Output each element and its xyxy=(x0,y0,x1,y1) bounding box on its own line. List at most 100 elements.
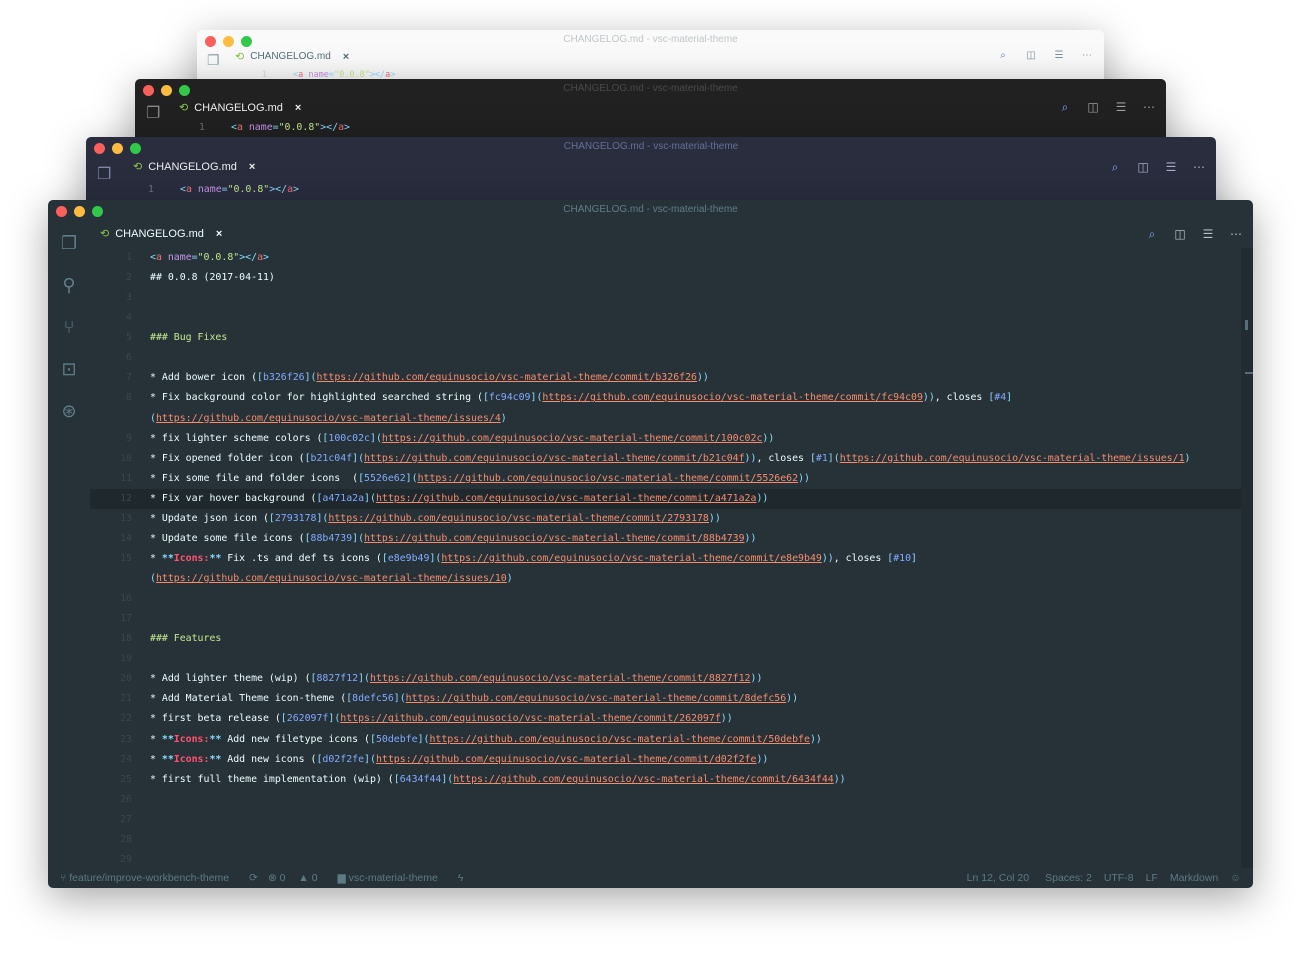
cursor-position[interactable]: Ln 12, Col 20 xyxy=(967,872,1029,884)
feedback-smiley-icon[interactable]: ☺ xyxy=(1230,872,1241,884)
code-line[interactable]: 7 * Add bower icon ([b326f26](https://git… xyxy=(90,368,1253,388)
link-url[interactable]: https://github.com/equinusocio/vsc-mater… xyxy=(406,693,787,704)
close-icon[interactable]: × xyxy=(343,51,349,63)
files-icon[interactable]: ❐ xyxy=(97,164,111,184)
files-icon[interactable]: ❐ xyxy=(207,52,220,69)
layout-icon[interactable]: ☰ xyxy=(1052,50,1066,61)
folder-item[interactable]: ▆ vsc-material-theme xyxy=(338,872,448,884)
language-mode[interactable]: Markdown xyxy=(1170,872,1218,884)
code-line[interactable]: 17 xyxy=(90,609,1253,629)
code-line[interactable]: 13 * Update json icon ([2793178](https://… xyxy=(90,509,1253,529)
more-icon[interactable]: ⋯ xyxy=(1229,227,1243,242)
code-line[interactable]: 22 * first beta release ([262097f](https:… xyxy=(90,709,1253,729)
line-number: 27 xyxy=(120,813,132,825)
link-url[interactable]: https://github.com/equinusocio/vsc-mater… xyxy=(418,473,799,484)
code-token: , closes xyxy=(756,452,810,464)
code-line[interactable]: 8 * Fix background color for highlighted … xyxy=(90,388,1253,408)
link-url[interactable]: https://github.com/equinusocio/vsc-mater… xyxy=(376,754,757,765)
code-line[interactable]: 5 ### Bug Fixes xyxy=(90,328,1253,348)
tab[interactable]: ⟲ CHANGELOG.md × xyxy=(133,160,255,174)
code-line[interactable]: 20 * Add lighter theme (wip) ([8827f12](h… xyxy=(90,669,1253,689)
code-line[interactable]: 26 xyxy=(90,790,1253,810)
code-line[interactable]: (https://github.com/equinusocio/vsc-mate… xyxy=(90,409,1253,429)
code-line[interactable]: 29 xyxy=(90,850,1253,870)
code-token: )) xyxy=(809,733,822,745)
split-editor-icon[interactable]: ◫ xyxy=(1024,50,1038,61)
link-url[interactable]: https://github.com/equinusocio/vsc-mater… xyxy=(429,734,810,745)
link-url[interactable]: https://github.com/equinusocio/vsc-mater… xyxy=(376,493,757,504)
source-control-icon[interactable]: ⑂ xyxy=(48,306,90,348)
code-line[interactable]: 18 ### Features xyxy=(90,629,1253,649)
search-icon[interactable]: ⚲ xyxy=(48,264,90,306)
code-line[interactable]: 27 xyxy=(90,810,1253,830)
code-editor[interactable]: 1 <a name="0.0.8"></a> 2 ## 0.0.8 (2017-04-… xyxy=(90,248,1253,868)
code-line[interactable]: 3 xyxy=(90,288,1253,308)
code-line[interactable]: 2 ## 0.0.8 (2017-04-11) xyxy=(90,268,1253,288)
code-line[interactable]: 6 xyxy=(90,348,1253,368)
split-editor-icon[interactable]: ◫ xyxy=(1136,160,1150,175)
code-token: ** xyxy=(161,753,174,765)
split-editor-icon[interactable]: ◫ xyxy=(1173,227,1187,242)
layout-icon[interactable]: ☰ xyxy=(1201,227,1215,242)
code-line[interactable]: 11 * Fix some file and folder icons ([552… xyxy=(90,469,1253,489)
close-icon[interactable]: × xyxy=(216,228,222,240)
split-editor-icon[interactable]: ◫ xyxy=(1086,100,1100,115)
extensions-icon[interactable]: ⊡ xyxy=(48,348,90,390)
code-line[interactable]: 25 * first full theme implementation (wip… xyxy=(90,770,1253,790)
code-line[interactable]: 1 <a name="0.0.8"></a> xyxy=(90,248,1253,268)
code-line[interactable]: 14 * Update some file icons ([88b4739](ht… xyxy=(90,529,1253,549)
open-preview-icon[interactable]: ⌕ xyxy=(1145,227,1159,242)
more-icon[interactable]: ⋯ xyxy=(1080,50,1094,61)
layout-icon[interactable]: ☰ xyxy=(1114,100,1128,115)
open-preview-icon[interactable]: ⌕ xyxy=(996,50,1010,61)
indentation[interactable]: Spaces: 2 xyxy=(1045,872,1092,884)
code-line[interactable]: (https://github.com/equinusocio/vsc-mate… xyxy=(90,569,1253,589)
link-url[interactable]: https://github.com/equinusocio/vsc-mater… xyxy=(156,413,501,424)
tab[interactable]: ⟲ CHANGELOG.md × xyxy=(235,50,349,64)
encoding[interactable]: UTF-8 xyxy=(1104,872,1134,884)
debug-icon[interactable]: ⊛ xyxy=(48,390,90,432)
link-url[interactable]: https://github.com/equinusocio/vsc-mater… xyxy=(453,774,834,785)
link-url[interactable]: https://github.com/equinusocio/vsc-mater… xyxy=(840,453,1185,464)
lightning-icon[interactable]: ϟ xyxy=(458,872,464,884)
open-preview-icon[interactable]: ⌕ xyxy=(1058,100,1072,115)
code-line[interactable]: 12 * Fix var hover background ([a471a2a](… xyxy=(90,488,1253,509)
link-url[interactable]: https://github.com/equinusocio/vsc-mater… xyxy=(382,433,763,444)
line-ending[interactable]: LF xyxy=(1146,872,1158,884)
code-line[interactable]: 4 xyxy=(90,308,1253,328)
link-url[interactable]: https://github.com/equinusocio/vsc-mater… xyxy=(364,453,745,464)
code-line[interactable]: 10 * Fix opened folder icon ([b21c04f](ht… xyxy=(90,449,1253,469)
line-number: 14 xyxy=(120,532,132,544)
code-line[interactable]: 23 * **Icons:** Add new filetype icons ([… xyxy=(90,730,1253,750)
files-icon[interactable]: ❐ xyxy=(146,103,160,123)
more-icon[interactable]: ⋯ xyxy=(1192,160,1206,175)
code-line[interactable]: 15 * **Icons:** Fix .ts and def ts icons … xyxy=(90,549,1253,569)
branch-item[interactable]: ⑂ feature/improve-workbench-theme xyxy=(60,872,239,884)
files-icon[interactable]: ❐ xyxy=(48,222,90,264)
sync-icon[interactable]: ⟳ xyxy=(249,872,258,884)
close-icon[interactable]: × xyxy=(249,161,255,173)
link-url[interactable]: https://github.com/equinusocio/vsc-mater… xyxy=(370,673,751,684)
code-line[interactable]: 21 * Add Material Theme icon-theme ([8def… xyxy=(90,689,1253,709)
code-line[interactable]: 16 xyxy=(90,589,1253,609)
layout-icon[interactable]: ☰ xyxy=(1164,160,1178,175)
code-line[interactable]: 24 * **Icons:** Add new icons ([d02f2fe](… xyxy=(90,750,1253,770)
link-url[interactable]: https://github.com/equinusocio/vsc-mater… xyxy=(328,513,709,524)
open-preview-icon[interactable]: ⌕ xyxy=(1108,160,1122,175)
more-icon[interactable]: ⋯ xyxy=(1142,100,1156,115)
link-url[interactable]: https://github.com/equinusocio/vsc-mater… xyxy=(441,553,822,564)
link-url[interactable]: https://github.com/equinusocio/vsc-mater… xyxy=(364,533,745,544)
link-url[interactable]: https://github.com/equinusocio/vsc-mater… xyxy=(316,372,697,383)
link-url[interactable]: https://github.com/equinusocio/vsc-mater… xyxy=(340,713,721,724)
code-line[interactable]: 9 * fix lighter scheme colors ([100c02c](… xyxy=(90,429,1253,449)
problems-item[interactable]: ⊗ 0 ▲ 0 xyxy=(268,872,328,884)
code-line[interactable]: 19 xyxy=(90,649,1253,669)
code-token: )) xyxy=(756,753,769,765)
close-icon[interactable]: × xyxy=(295,102,301,114)
link-url[interactable]: https://github.com/equinusocio/vsc-mater… xyxy=(542,392,923,403)
link-url[interactable]: https://github.com/equinusocio/vsc-mater… xyxy=(156,573,507,584)
vertical-scrollbar[interactable] xyxy=(1241,248,1253,868)
tab[interactable]: ⟲ CHANGELOG.md × xyxy=(179,101,301,115)
code-line[interactable]: 28 xyxy=(90,830,1253,850)
tab[interactable]: ⟲ CHANGELOG.md × xyxy=(100,227,222,241)
